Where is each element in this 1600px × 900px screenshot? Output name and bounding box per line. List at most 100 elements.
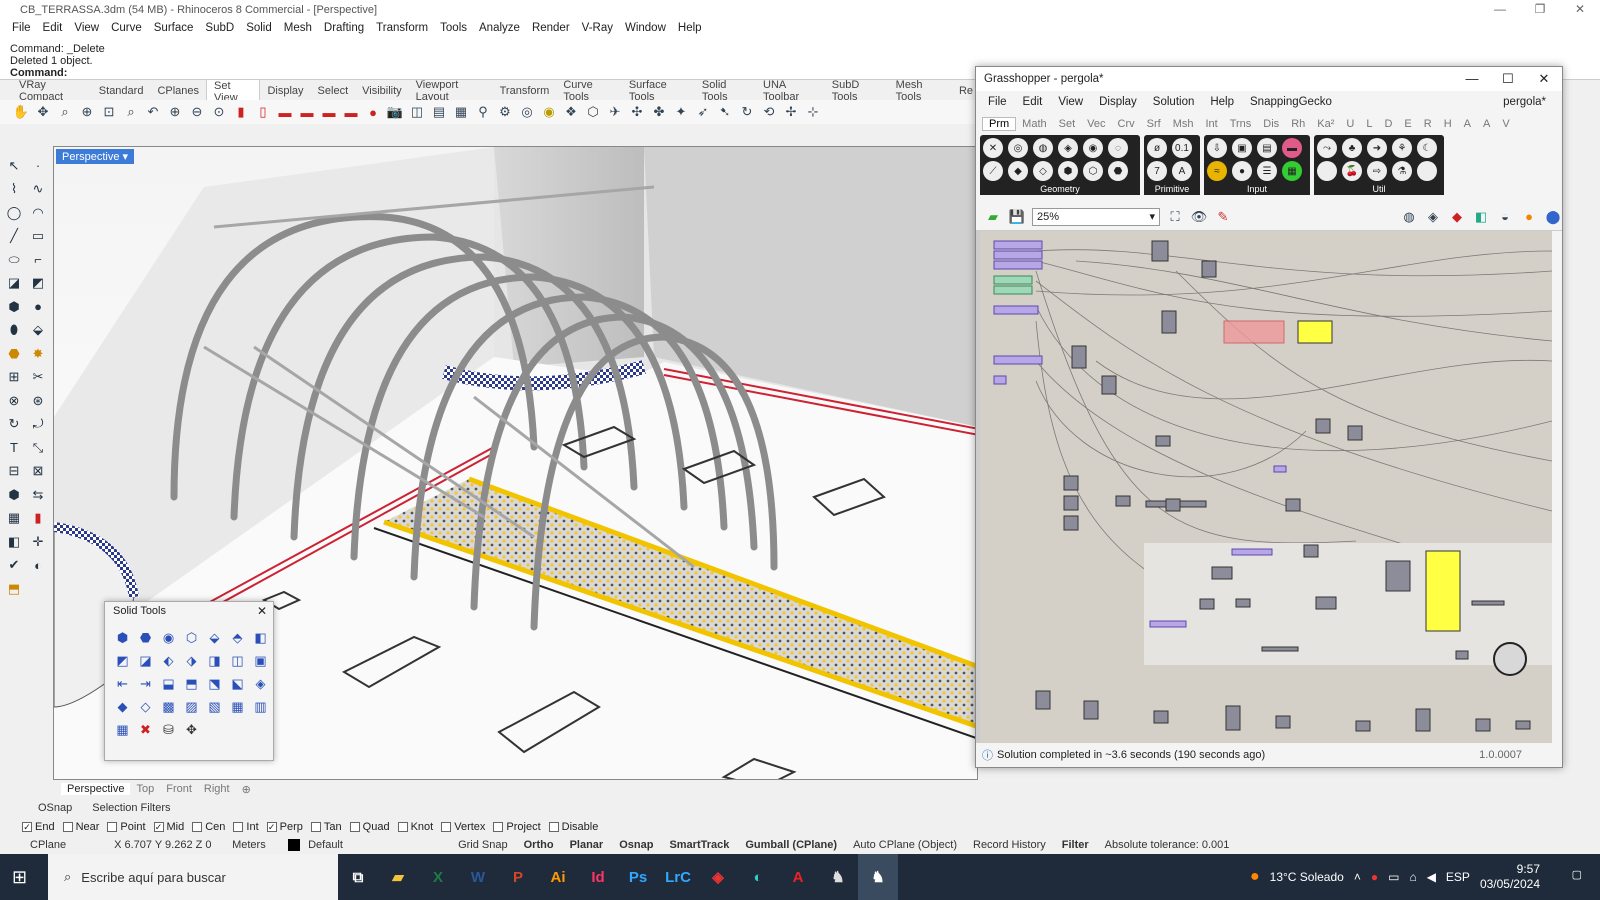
boolean-difference-icon[interactable]: ⬣: [134, 626, 157, 649]
taskbar-search[interactable]: ⌕ Escribe aquí para buscar: [48, 854, 338, 900]
sketch-icon[interactable]: ✎: [1214, 208, 1232, 226]
add-viewport-icon[interactable]: ⊕: [236, 783, 257, 796]
checkbox[interactable]: ✓: [22, 821, 32, 832]
place-hole-icon[interactable]: ⬓: [157, 672, 180, 695]
gh-param-icon[interactable]: ø: [1147, 138, 1167, 158]
checkbox[interactable]: [310, 821, 321, 832]
checkbox[interactable]: [107, 821, 118, 832]
tab-standard[interactable]: Standard: [92, 85, 151, 97]
360-view-icon[interactable]: ↻: [738, 103, 756, 121]
move-face-icon[interactable]: ◨: [203, 649, 226, 672]
gh-tab-dis[interactable]: Dis: [1257, 118, 1285, 130]
analyze-icon[interactable]: ⇆: [26, 483, 50, 507]
rebuild-solid-icon[interactable]: ▩: [157, 695, 180, 718]
surface-icon[interactable]: ◪: [2, 272, 26, 296]
gh-tab-e[interactable]: E: [1398, 118, 1417, 130]
polyline-icon[interactable]: ⌇: [2, 178, 26, 202]
named-view-icon[interactable]: ▤: [430, 103, 448, 121]
checkbox[interactable]: [441, 821, 452, 832]
grid-snap-toggle[interactable]: Grid Snap: [450, 839, 516, 851]
extrude-icon[interactable]: ⬙: [26, 319, 50, 343]
notifications-icon[interactable]: ▢: [1572, 868, 1582, 881]
gh-tab-a2[interactable]: A: [1477, 118, 1496, 130]
osnap-project[interactable]: Project: [493, 821, 541, 833]
gh-document-name[interactable]: pergola*: [1495, 96, 1554, 108]
powerpoint-icon[interactable]: P: [498, 854, 538, 900]
gh-util-icon[interactable]: ☾: [1417, 138, 1437, 158]
car-perspective-icon[interactable]: ●: [364, 103, 382, 121]
boolean-intersection-icon[interactable]: ◉: [157, 626, 180, 649]
file-explorer-icon[interactable]: ▰: [378, 854, 418, 900]
lightroom-icon[interactable]: LrC: [658, 854, 698, 900]
pointer-icon[interactable]: ✢: [782, 103, 800, 121]
document-preview-icon[interactable]: ◧: [1472, 208, 1490, 226]
car-side-icon[interactable]: ▯: [254, 103, 272, 121]
gh-input-icon[interactable]: ☰: [1257, 161, 1277, 181]
zoom-icon[interactable]: ⌕: [56, 103, 74, 121]
language-indicator[interactable]: ESP: [1446, 870, 1470, 884]
orbit-icon[interactable]: ⚙: [496, 103, 514, 121]
tab-visibility[interactable]: Visibility: [355, 85, 409, 97]
cylinder-icon[interactable]: ⬮: [2, 319, 26, 343]
gumball-solid-icon[interactable]: ✥: [180, 718, 203, 741]
osnap-perp[interactable]: ✓ Perp: [266, 821, 303, 833]
gh-param-icon[interactable]: ◈: [1058, 138, 1078, 158]
select-arrow-icon[interactable]: ↖: [2, 154, 26, 178]
shade-icon[interactable]: ◐: [26, 554, 50, 578]
task-view-icon[interactable]: ⧉: [338, 854, 378, 900]
gh-tab-a1[interactable]: A: [1458, 118, 1477, 130]
checkbox[interactable]: ✓: [153, 821, 164, 832]
gh-util-icon[interactable]: ⤳: [1317, 138, 1337, 158]
array-hole-icon[interactable]: ⬔: [203, 672, 226, 695]
text-icon[interactable]: T: [2, 436, 26, 460]
preview-shaded-icon[interactable]: ◈: [1424, 208, 1442, 226]
menu-item-view[interactable]: View: [68, 22, 105, 34]
tray-expand-icon[interactable]: ˄: [1354, 870, 1361, 884]
join-icon[interactable]: ⊛: [26, 389, 50, 413]
extract-surface-icon[interactable]: ⬙: [203, 626, 226, 649]
gh-menu-snappinggecko[interactable]: SnappingGecko: [1242, 96, 1340, 108]
car-top-icon[interactable]: ▬: [276, 103, 294, 121]
boolean-split-icon[interactable]: ⬡: [180, 626, 203, 649]
loft-icon[interactable]: ◩: [26, 272, 50, 296]
move-hole-icon[interactable]: ⬕: [226, 672, 249, 695]
dimension-icon[interactable]: ⤡: [26, 436, 50, 460]
grasshopper-titlebar[interactable]: Grasshopper - pergola* — ☐ ✕: [976, 67, 1562, 91]
restore-icon[interactable]: ❐: [1520, 0, 1560, 18]
unjoin-edge-icon[interactable]: ▧: [203, 695, 226, 718]
rhino-icon[interactable]: ♞: [818, 854, 858, 900]
gh-tab-vec[interactable]: Vec: [1081, 118, 1111, 130]
weather-text[interactable]: 13°C Soleado: [1270, 870, 1344, 884]
windows-start-icon[interactable]: ⊞: [12, 867, 27, 888]
tab-front[interactable]: Front: [160, 783, 198, 795]
undo-view-icon[interactable]: ↶: [144, 103, 162, 121]
move-edge-icon[interactable]: ◫: [226, 649, 249, 672]
camera-icon[interactable]: 📷: [386, 103, 404, 121]
gh-param-icon[interactable]: A: [1172, 161, 1192, 181]
preview-selected-icon[interactable]: ◆: [1448, 208, 1466, 226]
gh-param-icon[interactable]: ⬡: [1083, 161, 1103, 181]
planar-toggle[interactable]: Planar: [562, 839, 612, 851]
offset-solid-icon[interactable]: ⬖: [157, 649, 180, 672]
gh-param-icon[interactable]: ⬢: [1058, 161, 1078, 181]
menu-item-curve[interactable]: Curve: [105, 22, 148, 34]
gh-tab-trns[interactable]: Trns: [1224, 118, 1258, 130]
rectangle-icon[interactable]: ▭: [26, 225, 50, 249]
gh-tab-r[interactable]: R: [1418, 118, 1438, 130]
menu-item-window[interactable]: Window: [619, 22, 672, 34]
tray-app-icon[interactable]: ●: [1371, 870, 1378, 884]
explode-icon[interactable]: ✸: [26, 342, 50, 366]
gh-tab-math[interactable]: Math: [1016, 118, 1052, 130]
gh-tab-crv[interactable]: Crv: [1112, 118, 1141, 130]
gh-util-icon[interactable]: ⚘: [1392, 138, 1412, 158]
volume-icon[interactable]: ◀: [1427, 870, 1436, 884]
gh-param-icon[interactable]: 0.1: [1172, 138, 1192, 158]
osnap-vertex[interactable]: Vertex: [441, 821, 485, 833]
circle-icon[interactable]: ◯: [2, 201, 26, 225]
autocplane-toggle[interactable]: Auto CPlane (Object): [845, 839, 965, 851]
car-front-icon[interactable]: ▮: [232, 103, 250, 121]
menu-item-tools[interactable]: Tools: [434, 22, 473, 34]
record-history-toggle[interactable]: Record History: [965, 839, 1054, 851]
paint-icon[interactable]: ⬒: [2, 577, 26, 601]
tab-cplanes[interactable]: CPlanes: [150, 85, 206, 97]
